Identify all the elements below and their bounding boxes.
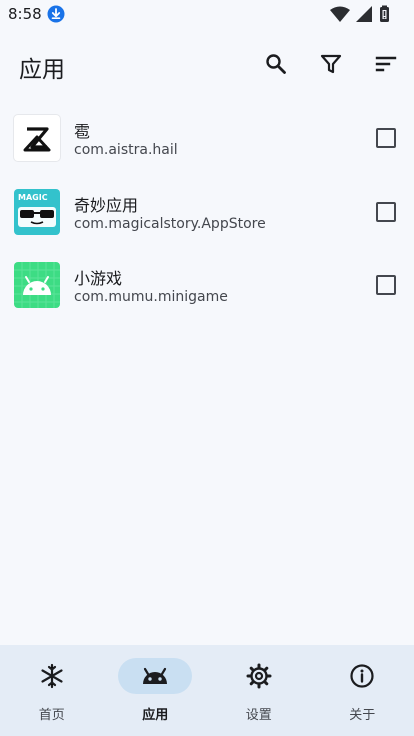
nav-label: 设置 (245, 708, 272, 723)
snowflake-icon (41, 663, 63, 689)
list-item[interactable]: 小游戏 com.mumu.minigame (0, 251, 414, 325)
nav-pill (15, 658, 89, 694)
sort-button[interactable] (370, 48, 402, 80)
app-checkbox[interactable] (376, 201, 396, 222)
list-item[interactable]: MAGIC 奇妙应用 com.magicalstory.AppStore (0, 178, 414, 252)
nav-pill-active (118, 658, 193, 694)
nav-label: 应用 (142, 708, 169, 723)
page-title: 应用 (19, 57, 65, 83)
app-checkbox[interactable] (376, 128, 396, 148)
nav-label: 关于 (349, 708, 376, 723)
search-button[interactable] (260, 48, 292, 80)
nav-item-home[interactable]: 首页 (0, 645, 104, 736)
app-package: com.mumu.minigame (74, 289, 228, 305)
app-name: 奇妙应用 (74, 195, 139, 215)
filter-icon (320, 54, 342, 74)
app-name: 小游戏 (74, 269, 123, 288)
nav-item-settings[interactable]: 设置 (207, 645, 311, 736)
filter-button[interactable] (315, 48, 347, 80)
hail-app-icon (14, 115, 60, 161)
android-app-icon (14, 262, 60, 308)
sort-icon (375, 56, 397, 72)
search-icon (266, 54, 286, 74)
signal-icon (356, 6, 372, 22)
gear-icon (246, 663, 272, 689)
status-bar: 8:58 (0, 0, 414, 28)
app-list: 雹 com.aistra.hail MAGIC 奇妙应用 com.magical… (0, 104, 414, 325)
app-checkbox[interactable] (376, 275, 396, 295)
status-time: 8:58 (8, 5, 42, 23)
nav-pill (222, 658, 296, 694)
magic-icon-text: MAGIC (18, 193, 48, 202)
system-status-icons (330, 5, 389, 22)
nav-item-apps[interactable]: 应用 (104, 645, 208, 736)
nav-label: 首页 (38, 708, 65, 723)
app-package: com.aistra.hail (74, 142, 178, 158)
list-item[interactable]: 雹 com.aistra.hail (0, 104, 414, 178)
magic-app-icon: MAGIC (14, 188, 60, 235)
bottom-navigation: 首页 应用 设置 关于 (0, 645, 414, 736)
download-icon (47, 5, 65, 23)
wifi-icon (330, 6, 350, 22)
nav-pill (325, 658, 399, 694)
android-icon (143, 667, 168, 684)
top-app-bar: 应用 (0, 36, 414, 92)
nav-item-about[interactable]: 关于 (311, 645, 414, 736)
app-name: 雹 (74, 122, 91, 141)
app-package: com.magicalstory.AppStore (74, 215, 266, 232)
info-icon (350, 664, 374, 688)
